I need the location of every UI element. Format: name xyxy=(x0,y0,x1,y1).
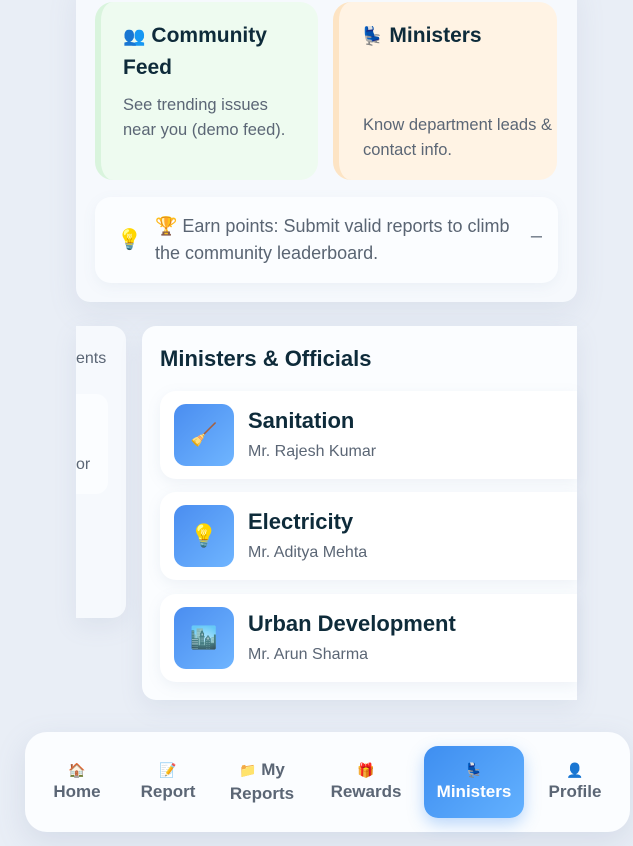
ministers-heading: Ministers & Officials xyxy=(160,346,372,371)
bottom-nav: 🏠 Home 📝 Report 📁 My Reports 🎁 Rewards 💺… xyxy=(25,732,630,832)
home-icon: 🏠 xyxy=(68,762,86,778)
community-feed-title: 👥 Community Feed xyxy=(123,20,300,83)
side-panel-text-a: ents xyxy=(76,350,107,367)
lightbulb-icon: 💡 xyxy=(117,229,142,251)
side-panel-partial: ents or xyxy=(76,326,126,618)
community-feed-description: See trending issues near you (demo feed)… xyxy=(123,96,286,139)
department-name: Urban Development xyxy=(248,611,456,636)
nav-report-label: Report xyxy=(140,782,196,801)
nav-home-label: Home xyxy=(53,782,101,801)
nav-rewards-label: Rewards xyxy=(330,782,402,801)
user-icon: 👤 xyxy=(566,762,584,778)
minister-item-sanitation[interactable]: 🧹 Sanitation Mr. Rajesh Kumar xyxy=(160,391,577,479)
city-icon: 🏙️ xyxy=(174,607,234,669)
ministers-panel: Ministers & Officials 🧹 Sanitation Mr. R… xyxy=(142,326,577,700)
memo-icon: 📝 xyxy=(159,762,177,778)
side-panel-text-b: or xyxy=(76,456,91,473)
gift-icon: 🎁 xyxy=(357,762,375,778)
tip-text: 🏆 Earn points: Submit valid reports to c… xyxy=(155,216,510,263)
minister-name: Mr. Aditya Mehta xyxy=(248,544,368,561)
nav-ministers[interactable]: 💺 Ministers xyxy=(424,746,524,818)
nav-my-reports-label-bottom: Reports xyxy=(229,784,295,803)
seat-icon: 💺 xyxy=(465,762,483,778)
ministers-tile[interactable]: 💺 Ministers Know department leads & conta… xyxy=(333,2,557,180)
nav-home[interactable]: 🏠 Home xyxy=(39,746,115,818)
nav-report[interactable]: 📝 Report xyxy=(129,746,207,818)
ministers-tile-description: Know department leads & contact info. xyxy=(363,116,552,159)
ministers-tile-label: Ministers xyxy=(389,24,482,47)
side-panel-card xyxy=(76,394,108,494)
collapse-button[interactable]: – xyxy=(531,225,542,248)
nav-my-reports-label-top: My xyxy=(261,760,285,779)
seat-icon: 💺 xyxy=(361,26,384,46)
nav-ministers-label: Ministers xyxy=(436,782,512,801)
folder-icon: 📁 xyxy=(239,762,257,778)
nav-profile[interactable]: 👤 Profile xyxy=(539,746,611,818)
minister-item-urban-development[interactable]: 🏙️ Urban Development Mr. Arun Sharma xyxy=(160,594,577,682)
minister-item-electricity[interactable]: 💡 Electricity Mr. Aditya Mehta xyxy=(160,492,577,580)
nav-my-reports[interactable]: 📁 My Reports xyxy=(221,746,303,818)
ministers-tile-title: 💺 Ministers xyxy=(361,20,539,52)
department-name: Electricity xyxy=(248,509,354,534)
nav-rewards[interactable]: 🎁 Rewards xyxy=(321,746,411,818)
bulb-icon: 💡 xyxy=(174,505,234,567)
department-name: Sanitation xyxy=(248,408,355,433)
broom-icon: 🧹 xyxy=(174,404,234,466)
nav-profile-label: Profile xyxy=(548,782,602,801)
people-icon: 👥 xyxy=(123,26,146,46)
tip-banner: 💡 🏆 Earn points: Submit valid reports to… xyxy=(95,197,558,283)
community-feed-tile[interactable]: 👥 Community Feed See trending issues near… xyxy=(95,2,318,180)
minister-name: Mr. Arun Sharma xyxy=(248,646,369,663)
minister-name: Mr. Rajesh Kumar xyxy=(248,443,377,460)
